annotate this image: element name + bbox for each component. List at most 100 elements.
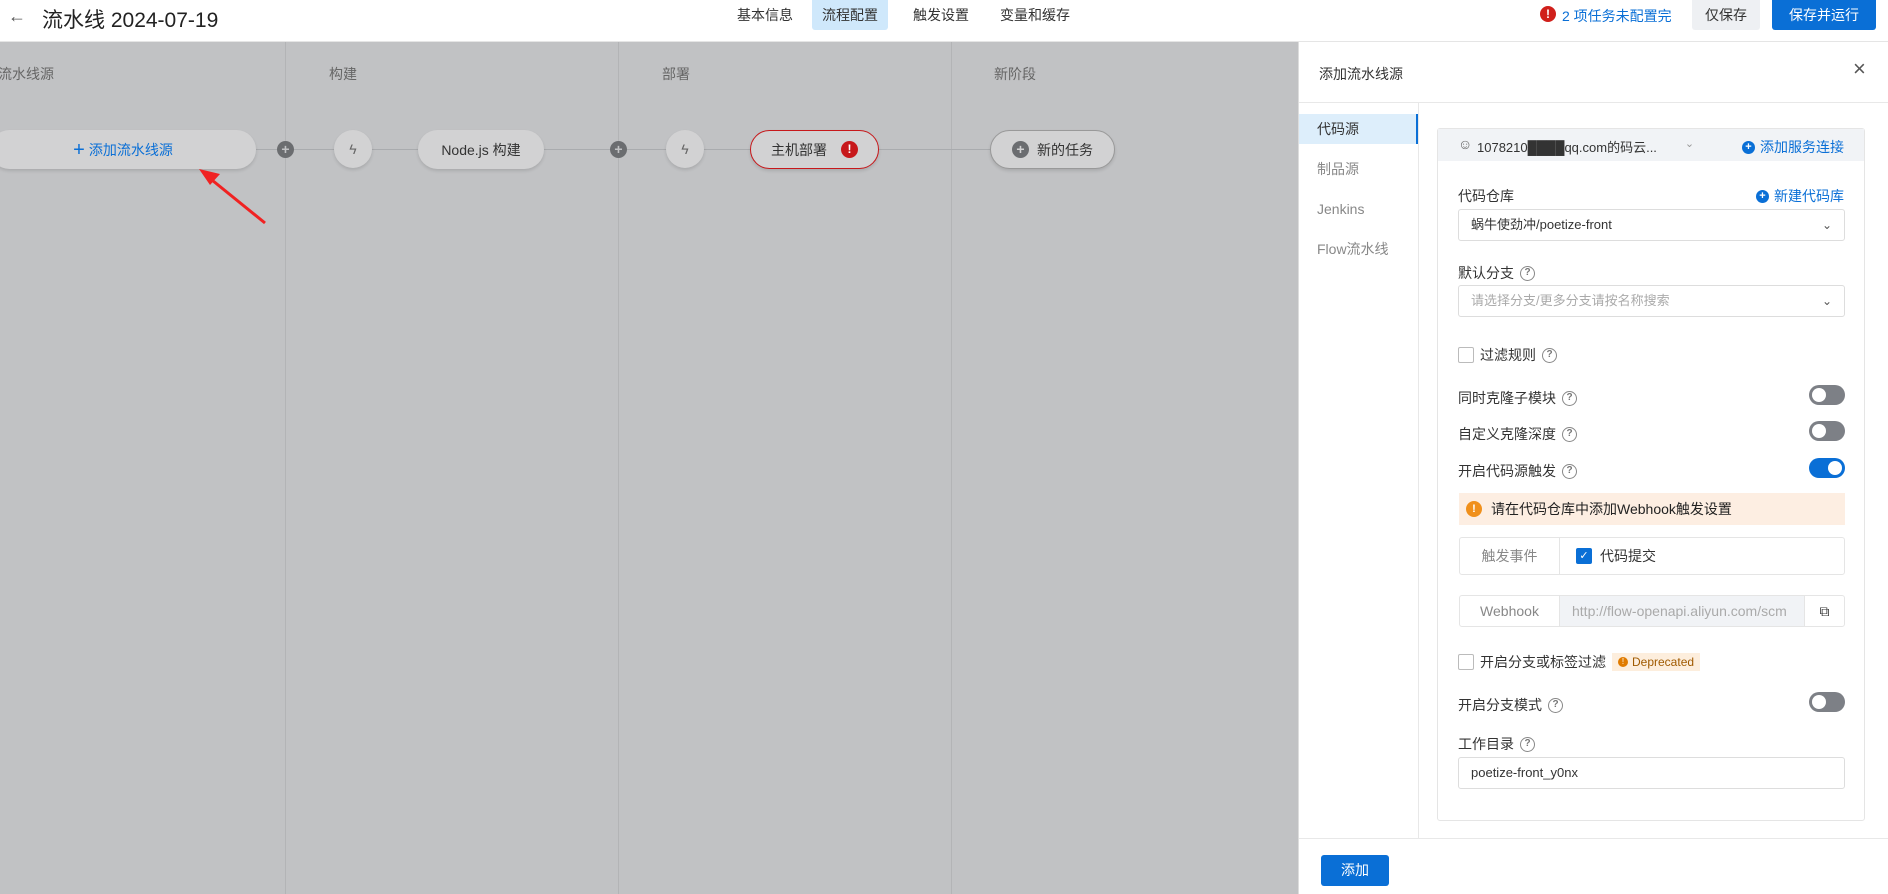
top-header: ← 流水线 2024-07-19 基本信息 流程配置 触发设置 变量和缓存 ! …	[0, 0, 1888, 42]
clone-submodules-toggle[interactable]	[1809, 385, 1845, 405]
add-service-connection-link[interactable]: + 添加服务连接	[1742, 137, 1844, 157]
checkbox-checked-icon[interactable]: ✓	[1576, 548, 1592, 564]
help-icon[interactable]: ?	[1562, 390, 1577, 406]
new-task-button[interactable]: + 新的任务	[990, 130, 1115, 169]
stage-divider	[618, 42, 619, 894]
filter-rules-row: 过滤规则?	[1458, 345, 1557, 365]
deploy-job-node[interactable]: 主机部署 !	[750, 130, 879, 169]
help-icon[interactable]: ?	[1562, 463, 1577, 479]
webhook-url-field[interactable]: http://flow-openapi.aliyun.com/scm	[1560, 596, 1804, 626]
branch-tag-filter-row: 开启分支或标签过滤 ! Deprecated	[1458, 652, 1701, 672]
stage-title-build: 构建	[329, 66, 357, 82]
error-icon: !	[841, 141, 858, 158]
toggle-knob	[1812, 424, 1826, 438]
webhook-label: Webhook	[1460, 596, 1560, 626]
enable-trigger-text: 开启代码源触发	[1458, 463, 1556, 479]
clone-depth-label: 自定义克隆深度?	[1458, 424, 1577, 444]
back-arrow-icon[interactable]: ←	[8, 6, 26, 27]
build-job-node[interactable]: Node.js 构建	[418, 130, 544, 169]
workdir-input[interactable]: poetize-front_y0nx	[1458, 757, 1845, 789]
trigger-event-row: 触发事件 ✓ 代码提交	[1459, 537, 1845, 575]
nav-code-source[interactable]: 代码源	[1299, 114, 1418, 144]
branch-label-text: 默认分支	[1458, 265, 1514, 281]
tab-basic-info[interactable]: 基本信息	[727, 0, 803, 30]
webhook-row: Webhook http://flow-openapi.aliyun.com/s…	[1459, 595, 1845, 627]
new-repo-link[interactable]: + 新建代码库	[1756, 186, 1844, 206]
repo-select[interactable]: 蜗牛使劲冲/poetize-front ⌄	[1458, 209, 1845, 241]
save-and-run-button[interactable]: 保存并运行	[1772, 0, 1876, 30]
add-button[interactable]: 添加	[1321, 855, 1389, 886]
copy-icon[interactable]: ⧉	[1804, 596, 1844, 626]
branch-mode-label: 开启分支模式?	[1458, 695, 1563, 715]
add-source-label: 添加流水线源	[88, 141, 173, 158]
plus-circle-icon: +	[1742, 140, 1755, 154]
code-commit-label: 代码提交	[1600, 548, 1656, 564]
error-icon: !	[1540, 6, 1556, 22]
nav-flow-pipeline[interactable]: Flow流水线	[1299, 234, 1418, 264]
deprecated-text: Deprecated	[1632, 655, 1695, 669]
toggle-knob	[1828, 461, 1842, 475]
repo-label: 代码仓库	[1458, 186, 1514, 206]
clone-depth-text: 自定义克隆深度	[1458, 426, 1556, 442]
filter-rules-label: 过滤规则	[1480, 347, 1536, 363]
branch-tag-filter-checkbox[interactable]	[1458, 654, 1474, 670]
repo-label-text: 代码仓库	[1458, 188, 1514, 204]
tab-variables-cache[interactable]: 变量和缓存	[990, 0, 1080, 30]
branch-mode-toggle[interactable]	[1809, 692, 1845, 712]
help-icon[interactable]: ?	[1542, 347, 1557, 363]
clone-submodules-text: 同时克隆子模块	[1458, 390, 1556, 406]
help-icon[interactable]: ?	[1520, 736, 1535, 752]
clone-submodules-label: 同时克隆子模块?	[1458, 388, 1577, 408]
branch-select[interactable]: 请选择分支/更多分支请按名称搜索 ⌄	[1458, 285, 1845, 317]
close-icon[interactable]: ×	[1853, 56, 1866, 82]
plus-icon: +	[73, 138, 85, 161]
webhook-alert: ! 请在代码仓库中添加Webhook触发设置	[1459, 493, 1845, 525]
enable-trigger-label: 开启代码源触发?	[1458, 461, 1577, 481]
page-title: 流水线 2024-07-19	[42, 9, 219, 32]
add-stage-plus-icon[interactable]: +	[610, 141, 627, 158]
unconfigured-tasks-link[interactable]: 2 项任务未配置完	[1562, 6, 1672, 26]
new-task-label: 新的任务	[1037, 141, 1093, 158]
deploy-job-label: 主机部署	[771, 141, 827, 158]
workdir-label: 工作目录?	[1458, 734, 1535, 754]
drawer-title: 添加流水线源	[1319, 66, 1403, 82]
trigger-lightning-icon[interactable]: ϟ	[334, 130, 372, 168]
tab-trigger-settings[interactable]: 触发设置	[903, 0, 979, 30]
account-name: 1078210████qq.com的码云...	[1477, 140, 1657, 155]
nav-artifact-source[interactable]: 制品源	[1299, 154, 1418, 184]
chevron-down-icon: ⌄	[1684, 138, 1695, 150]
help-icon[interactable]: ?	[1562, 426, 1577, 442]
deprecated-badge: ! Deprecated	[1612, 653, 1701, 671]
branch-label: 默认分支?	[1458, 263, 1535, 283]
filter-rules-checkbox[interactable]	[1458, 347, 1474, 363]
code-commit-option[interactable]: ✓ 代码提交	[1560, 538, 1656, 574]
divider	[1299, 838, 1888, 839]
add-stage-plus-icon[interactable]: +	[277, 141, 294, 158]
add-source-button[interactable]: + 添加流水线源	[0, 130, 256, 169]
save-only-button[interactable]: 仅保存	[1692, 0, 1760, 30]
branch-placeholder: 请选择分支/更多分支请按名称搜索	[1471, 293, 1670, 308]
help-icon[interactable]: ?	[1548, 697, 1563, 713]
toggle-knob	[1812, 695, 1826, 709]
toggle-knob	[1812, 388, 1826, 402]
chevron-down-icon: ⌄	[1821, 218, 1832, 232]
user-icon: ☺	[1458, 136, 1473, 152]
nav-jenkins[interactable]: Jenkins	[1299, 194, 1418, 224]
enable-trigger-toggle[interactable]	[1809, 458, 1845, 478]
stage-divider	[285, 42, 286, 894]
tab-flow-config[interactable]: 流程配置	[812, 0, 888, 30]
stage-divider	[951, 42, 952, 894]
help-icon[interactable]: ?	[1520, 265, 1535, 281]
trigger-lightning-icon[interactable]: ϟ	[666, 130, 704, 168]
divider	[1299, 102, 1888, 103]
stage-title-deploy: 部署	[662, 66, 690, 82]
warning-icon: !	[1618, 657, 1628, 667]
new-repo-label: 新建代码库	[1774, 188, 1844, 204]
trigger-event-label: 触发事件	[1460, 538, 1560, 574]
add-connection-label: 添加服务连接	[1760, 139, 1844, 155]
warning-icon: !	[1466, 501, 1482, 517]
plus-circle-icon: +	[1012, 141, 1029, 158]
clone-depth-toggle[interactable]	[1809, 421, 1845, 441]
stage-title-new: 新阶段	[994, 66, 1036, 82]
account-select[interactable]: 1078210████qq.com的码云... ⌄	[1477, 137, 1694, 156]
